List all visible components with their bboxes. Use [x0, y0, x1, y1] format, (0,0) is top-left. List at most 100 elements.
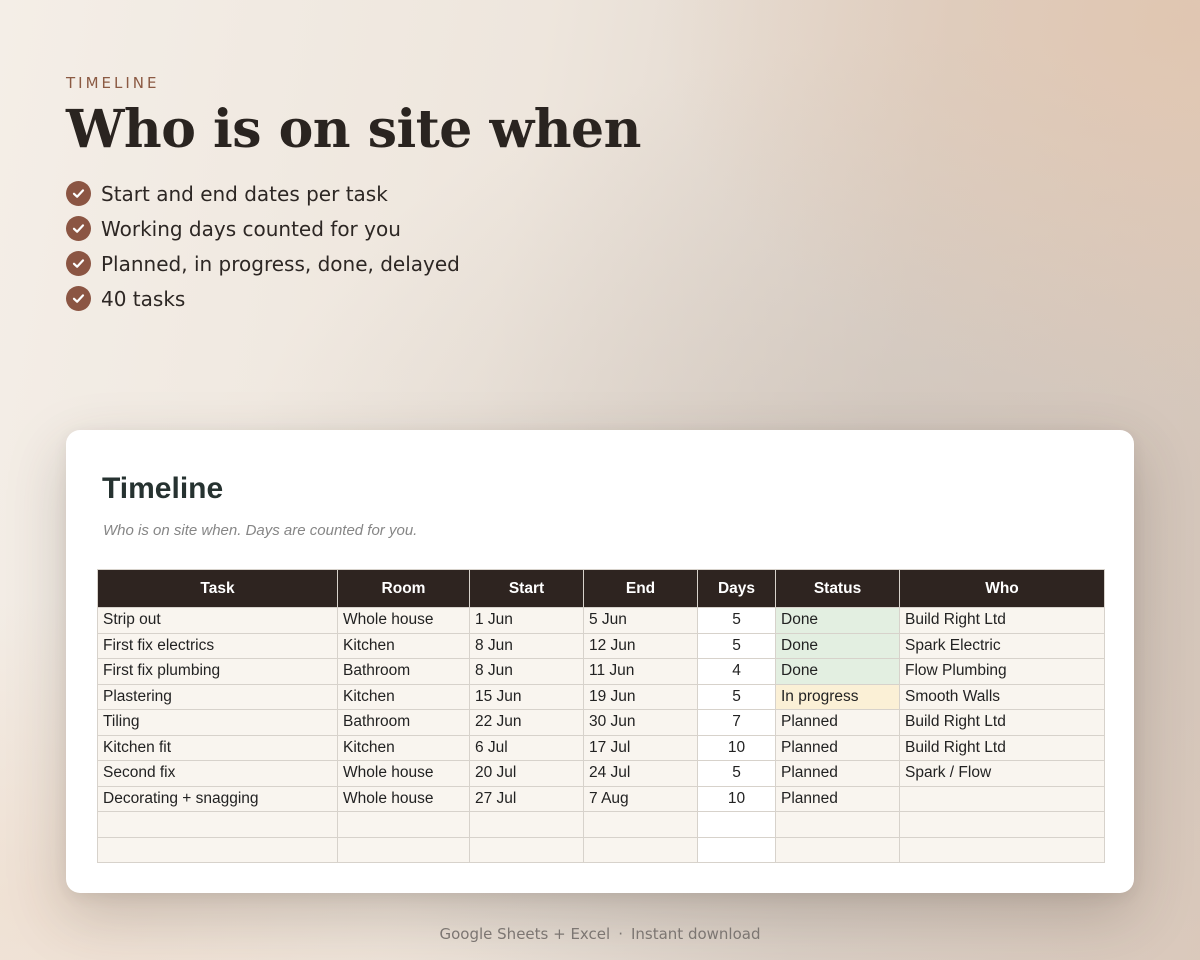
cell-end[interactable]: 30 Jun — [583, 709, 698, 736]
cell-who[interactable]: Spark / Flow — [899, 760, 1105, 787]
cell-who[interactable]: Smooth Walls — [899, 683, 1105, 710]
table-row: Strip out Whole house 1 Jun 5 Jun 5 Done Build… — [97, 607, 1105, 634]
check-circle-icon — [66, 181, 91, 206]
cell-task[interactable] — [97, 836, 338, 863]
table-row: Tiling Bathroom 22 Jun 30 Jun 7 Planned Build … — [97, 709, 1105, 736]
cell-room[interactable]: Whole house — [337, 760, 470, 787]
cell-start[interactable] — [469, 811, 584, 838]
cell-end[interactable] — [583, 811, 698, 838]
cell-start[interactable]: 8 Jun — [469, 632, 584, 659]
feature-item: 40 tasks — [66, 281, 641, 316]
cell-who[interactable]: Build Right Ltd — [899, 734, 1105, 761]
cell-who[interactable]: Flow Plumbing — [899, 658, 1105, 685]
cell-days[interactable]: 4 — [697, 658, 776, 685]
cell-status[interactable]: Planned — [775, 785, 900, 812]
feature-list: Start and end dates per task Working day… — [66, 176, 641, 316]
column-header-end[interactable]: End — [583, 569, 698, 608]
cell-task[interactable]: Kitchen fit — [97, 734, 338, 761]
cell-task[interactable] — [97, 811, 338, 838]
cell-end[interactable] — [583, 836, 698, 863]
eyebrow-label: TIMELINE — [66, 74, 160, 92]
column-header-days[interactable]: Days — [697, 569, 776, 608]
cell-start[interactable]: 22 Jun — [469, 709, 584, 736]
table-row — [97, 811, 1105, 838]
cell-who[interactable] — [899, 836, 1105, 863]
cell-task[interactable]: Decorating + snagging — [97, 785, 338, 812]
cell-status[interactable]: Done — [775, 632, 900, 659]
feature-text: Planned, in progress, done, delayed — [101, 251, 460, 276]
cell-status[interactable] — [775, 811, 900, 838]
cell-room[interactable]: Whole house — [337, 607, 470, 634]
cell-status[interactable]: Planned — [775, 734, 900, 761]
cell-start[interactable]: 6 Jul — [469, 734, 584, 761]
cell-status[interactable] — [775, 836, 900, 863]
cell-task[interactable]: Plastering — [97, 683, 338, 710]
cell-end[interactable]: 11 Jun — [583, 658, 698, 685]
cell-days[interactable]: 5 — [697, 760, 776, 787]
cell-days[interactable] — [697, 811, 776, 838]
column-header-task[interactable]: Task — [97, 569, 338, 608]
cell-days[interactable]: 5 — [697, 607, 776, 634]
cell-task[interactable]: First fix plumbing — [97, 658, 338, 685]
cell-who[interactable] — [899, 811, 1105, 838]
cell-room[interactable]: Bathroom — [337, 658, 470, 685]
feature-text: Working days counted for you — [101, 216, 401, 241]
cell-status[interactable]: Done — [775, 607, 900, 634]
cell-end[interactable]: 7 Aug — [583, 785, 698, 812]
cell-task[interactable]: Strip out — [97, 607, 338, 634]
cell-end[interactable]: 24 Jul — [583, 760, 698, 787]
cell-start[interactable]: 27 Jul — [469, 785, 584, 812]
feature-item: Planned, in progress, done, delayed — [66, 246, 641, 281]
cell-end[interactable]: 19 Jun — [583, 683, 698, 710]
cell-status[interactable]: Planned — [775, 760, 900, 787]
table-row — [97, 836, 1105, 863]
cell-days[interactable] — [697, 836, 776, 863]
cell-start[interactable]: 1 Jun — [469, 607, 584, 634]
cell-days[interactable]: 10 — [697, 785, 776, 812]
footer-note: Google Sheets + Excel · Instant download — [0, 925, 1200, 943]
cell-start[interactable]: 20 Jul — [469, 760, 584, 787]
timeline-table: Task Room Start End Days Status Who Stri… — [97, 569, 1105, 863]
cell-room[interactable]: Kitchen — [337, 734, 470, 761]
cell-room[interactable]: Kitchen — [337, 632, 470, 659]
cell-end[interactable]: 12 Jun — [583, 632, 698, 659]
cell-room[interactable] — [337, 836, 470, 863]
cell-task[interactable]: Second fix — [97, 760, 338, 787]
table-row: Plastering Kitchen 15 Jun 19 Jun 5 In progres… — [97, 683, 1105, 710]
feature-item: Working days counted for you — [66, 211, 641, 246]
hero-section: TIMELINE Who is on site when Start and e… — [66, 74, 641, 316]
cell-status[interactable]: In progress — [775, 683, 900, 710]
cell-who[interactable] — [899, 785, 1105, 812]
footer-delivery: Instant download — [630, 925, 761, 943]
cell-start[interactable] — [469, 836, 584, 863]
cell-start[interactable]: 8 Jun — [469, 658, 584, 685]
column-header-status[interactable]: Status — [775, 569, 900, 608]
column-header-start[interactable]: Start — [469, 569, 584, 608]
cell-task[interactable]: Tiling — [97, 709, 338, 736]
table-row: Kitchen fit Kitchen 6 Jul 17 Jul 10 Planned Bu… — [97, 734, 1105, 761]
cell-who[interactable]: Spark Electric — [899, 632, 1105, 659]
cell-room[interactable] — [337, 811, 470, 838]
cell-room[interactable]: Whole house — [337, 785, 470, 812]
cell-status[interactable]: Planned — [775, 709, 900, 736]
cell-days[interactable]: 5 — [697, 632, 776, 659]
spreadsheet-preview-card: Timeline Who is on site when. Days are c… — [66, 430, 1134, 893]
cell-start[interactable]: 15 Jun — [469, 683, 584, 710]
check-circle-icon — [66, 251, 91, 276]
cell-days[interactable]: 7 — [697, 709, 776, 736]
cell-end[interactable]: 5 Jun — [583, 607, 698, 634]
feature-item: Start and end dates per task — [66, 176, 641, 211]
cell-end[interactable]: 17 Jul — [583, 734, 698, 761]
column-header-room[interactable]: Room — [337, 569, 470, 608]
cell-who[interactable]: Build Right Ltd — [899, 709, 1105, 736]
cell-room[interactable]: Kitchen — [337, 683, 470, 710]
cell-who[interactable]: Build Right Ltd — [899, 607, 1105, 634]
footer-platforms: Google Sheets + Excel — [439, 925, 611, 943]
page-headline: Who is on site when — [66, 99, 641, 160]
cell-status[interactable]: Done — [775, 658, 900, 685]
column-header-who[interactable]: Who — [899, 569, 1105, 608]
cell-days[interactable]: 10 — [697, 734, 776, 761]
cell-days[interactable]: 5 — [697, 683, 776, 710]
cell-task[interactable]: First fix electrics — [97, 632, 338, 659]
cell-room[interactable]: Bathroom — [337, 709, 470, 736]
